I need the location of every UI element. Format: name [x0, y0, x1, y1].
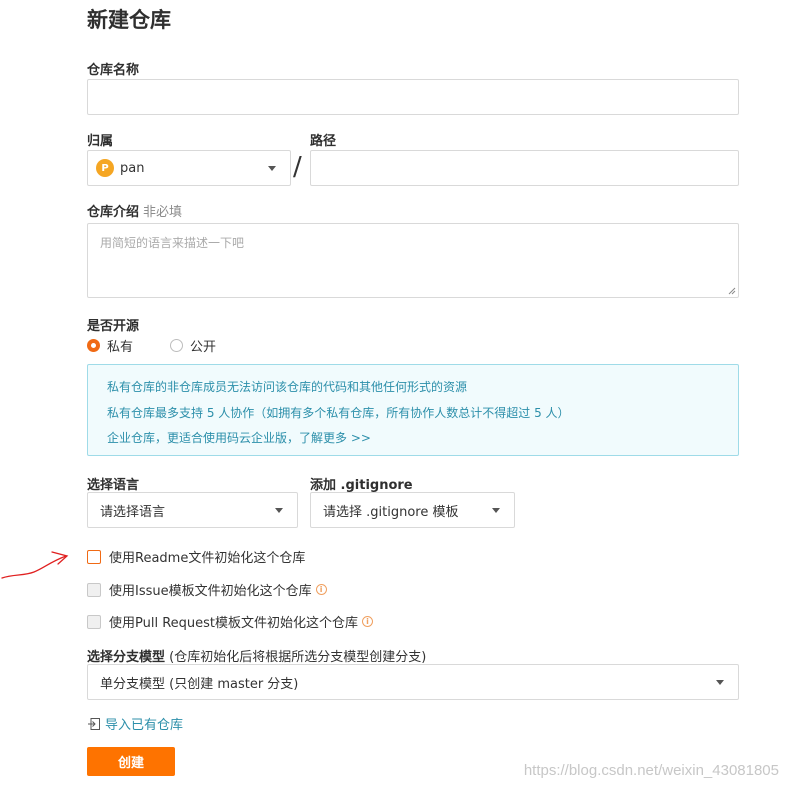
repo-name-input[interactable] [87, 79, 739, 115]
path-separator: / [293, 152, 302, 182]
info-line-2: 私有仓库最多支持 5 人协作（如拥有多个私有仓库，所有协作人数总计不得超过 5 … [107, 405, 570, 420]
gitignore-select[interactable]: 请选择 .gitignore 模板 [310, 492, 515, 528]
create-button[interactable]: 创建 [87, 747, 175, 776]
chevron-down-icon [492, 508, 500, 513]
radio-unselected-icon [170, 339, 183, 352]
path-label: 路径 [310, 134, 337, 149]
radio-selected-icon [87, 339, 100, 352]
branch-select[interactable]: 单分支模型 (只创建 master 分支) [87, 664, 739, 700]
radio-public-label: 公开 [190, 340, 217, 355]
import-repo-label: 导入已有仓库 [105, 718, 184, 733]
checkbox-pr-label: 使用Pull Request模板文件初始化这个仓库 [109, 616, 359, 631]
gitignore-select-value: 请选择 .gitignore 模板 [323, 504, 459, 520]
info-line-3: 企业仓库，更适合使用码云企业版，了解更多 >> [107, 426, 738, 452]
checkbox-icon [87, 582, 101, 597]
chevron-down-icon [275, 508, 283, 513]
checkbox-issue[interactable]: 使用Issue模板文件初始化这个仓库 i [87, 580, 327, 599]
import-icon [88, 717, 100, 730]
annotation-arrow-icon [1, 551, 69, 579]
info-line-3-text: 企业仓库，更适合使用码云企业版， [107, 431, 300, 445]
checkbox-pull-request[interactable]: 使用Pull Request模板文件初始化这个仓库 i [87, 612, 374, 631]
checkbox-icon [87, 549, 101, 564]
desc-textarea[interactable]: 用简短的语言来描述一下吧 [87, 223, 739, 298]
branch-select-value: 单分支模型 (只创建 master 分支) [100, 676, 299, 692]
language-select[interactable]: 请选择语言 [87, 492, 298, 528]
checkbox-issue-label: 使用Issue模板文件初始化这个仓库 [109, 584, 312, 599]
info-icon[interactable]: i [362, 616, 374, 627]
watermark-text: https://blog.csdn.net/weixin_43081805 [523, 762, 779, 779]
radio-private-label: 私有 [107, 340, 134, 355]
repo-name-label: 仓库名称 [87, 63, 140, 78]
owner-avatar: P [96, 159, 114, 177]
radio-public[interactable]: 公开 [170, 336, 216, 355]
desc-label-text: 仓库介绍 [87, 205, 140, 220]
owner-select[interactable]: P pan [87, 150, 291, 186]
chevron-down-icon [268, 166, 276, 171]
branch-label-text: 选择分支模型 [87, 650, 166, 665]
info-line-1: 私有仓库的非仓库成员无法访问该仓库的代码和其他任何形式的资源 [107, 380, 468, 394]
branch-hint: (仓库初始化后将根据所选分支模型创建分支) [169, 650, 427, 665]
desc-placeholder: 用简短的语言来描述一下吧 [100, 236, 245, 250]
resize-grip-icon[interactable] [728, 287, 736, 295]
branch-label: 选择分支模型 (仓库初始化后将根据所选分支模型创建分支) [87, 646, 426, 665]
info-icon[interactable]: i [315, 584, 327, 595]
private-info-box: 私有仓库的非仓库成员无法访问该仓库的代码和其他任何形式的资源 私有仓库最多支持 … [87, 364, 739, 456]
owner-label: 归属 [87, 134, 114, 149]
learn-more-link[interactable]: 了解更多 >> [299, 431, 371, 445]
page-title: 新建仓库 [87, 8, 171, 32]
path-input[interactable] [310, 150, 739, 186]
import-repo-link[interactable]: 导入已有仓库 [87, 714, 183, 733]
desc-optional-text: 非必填 [143, 205, 183, 220]
visibility-label: 是否开源 [87, 319, 140, 334]
owner-name: pan [120, 160, 145, 176]
checkbox-readme[interactable]: 使用Readme文件初始化这个仓库 [87, 547, 305, 566]
radio-private[interactable]: 私有 [87, 336, 133, 355]
checkbox-icon [87, 614, 101, 629]
checkbox-readme-label: 使用Readme文件初始化这个仓库 [109, 551, 306, 566]
language-label: 选择语言 [87, 478, 140, 493]
desc-label: 仓库介绍 非必填 [87, 201, 182, 220]
gitignore-label: 添加 .gitignore [310, 478, 413, 493]
chevron-down-icon [716, 680, 724, 685]
language-select-value: 请选择语言 [100, 504, 166, 520]
